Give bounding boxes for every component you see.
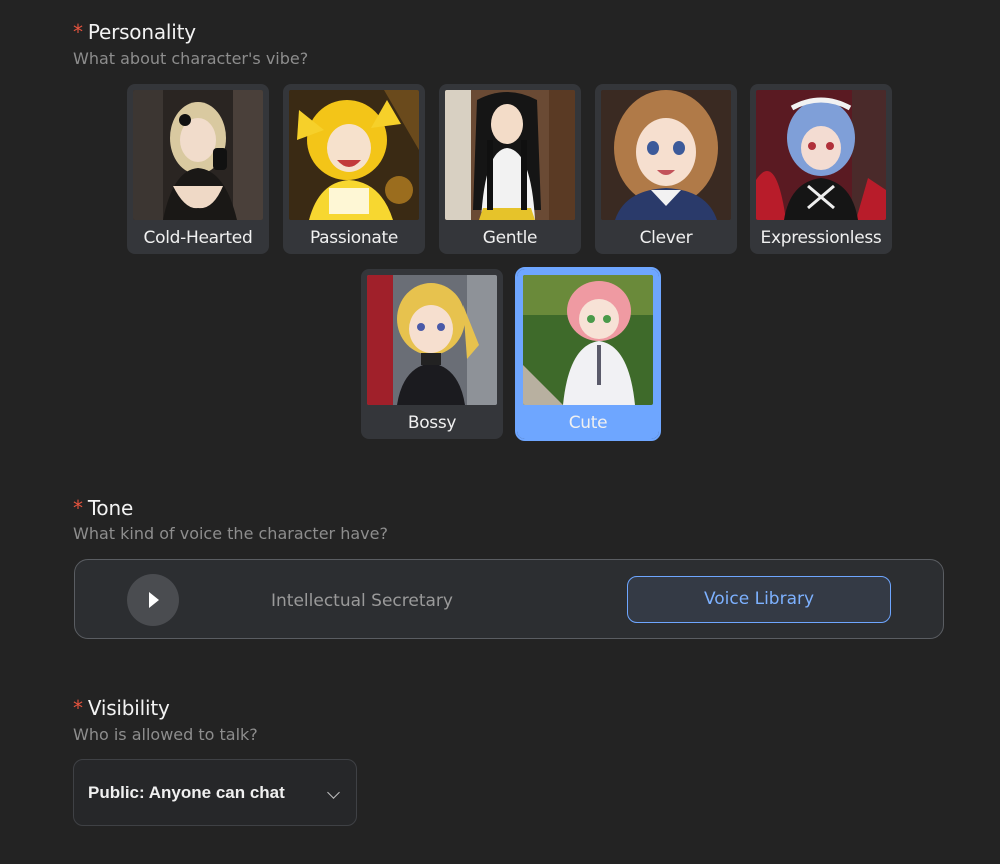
tone-subtitle: What kind of voice the character have? bbox=[73, 524, 388, 543]
required-mark: * bbox=[73, 496, 83, 520]
cute-portrait bbox=[523, 275, 653, 405]
personality-option-bossy[interactable]: Bossy bbox=[361, 269, 503, 439]
personality-option-passionate[interactable]: Passionate bbox=[283, 84, 425, 254]
required-mark: * bbox=[73, 20, 83, 44]
expressionless-portrait bbox=[756, 90, 886, 220]
bossy-portrait bbox=[367, 275, 497, 405]
personality-option-clever[interactable]: Clever bbox=[595, 84, 737, 254]
personality-label: Bossy bbox=[407, 413, 457, 433]
personality-heading: * Personality bbox=[73, 20, 196, 44]
personality-label: Expressionless bbox=[760, 228, 882, 248]
voice-name: Intellectual Secretary bbox=[271, 591, 453, 611]
personality-title: Personality bbox=[87, 20, 196, 44]
personality-label: Passionate bbox=[309, 228, 399, 248]
personality-label: Cute bbox=[568, 413, 608, 433]
tone-heading: * Tone bbox=[73, 496, 133, 520]
visibility-subtitle: Who is allowed to talk? bbox=[73, 725, 258, 744]
personality-option-expressionless[interactable]: Expressionless bbox=[750, 84, 892, 254]
cold-hearted-portrait bbox=[133, 90, 263, 220]
personality-label: Clever bbox=[639, 228, 693, 248]
play-icon bbox=[149, 592, 159, 608]
gentle-portrait bbox=[445, 90, 575, 220]
play-voice-button[interactable] bbox=[127, 574, 179, 626]
personality-label: Cold-Hearted bbox=[143, 228, 253, 248]
tone-title: Tone bbox=[87, 496, 134, 520]
chevron-down-icon bbox=[327, 786, 340, 799]
visibility-heading: * Visibility bbox=[73, 696, 170, 720]
personality-subtitle: What about character's vibe? bbox=[73, 49, 309, 68]
personality-option-gentle[interactable]: Gentle bbox=[439, 84, 581, 254]
personality-option-cute[interactable]: Cute bbox=[515, 267, 661, 441]
passionate-portrait bbox=[289, 90, 419, 220]
character-settings-page: * Personality What about character's vibe… bbox=[0, 0, 1000, 864]
voice-library-button[interactable]: Voice Library bbox=[627, 576, 891, 623]
visibility-select[interactable]: Public: Anyone can chat bbox=[73, 759, 357, 826]
visibility-selected-value: Public: Anyone can chat bbox=[88, 783, 285, 802]
personality-label: Gentle bbox=[482, 228, 538, 248]
clever-portrait bbox=[601, 90, 731, 220]
voice-selector: Intellectual Secretary Voice Library bbox=[74, 559, 944, 639]
visibility-title: Visibility bbox=[87, 696, 170, 720]
required-mark: * bbox=[73, 696, 83, 720]
personality-option-cold-hearted[interactable]: Cold-Hearted bbox=[127, 84, 269, 254]
